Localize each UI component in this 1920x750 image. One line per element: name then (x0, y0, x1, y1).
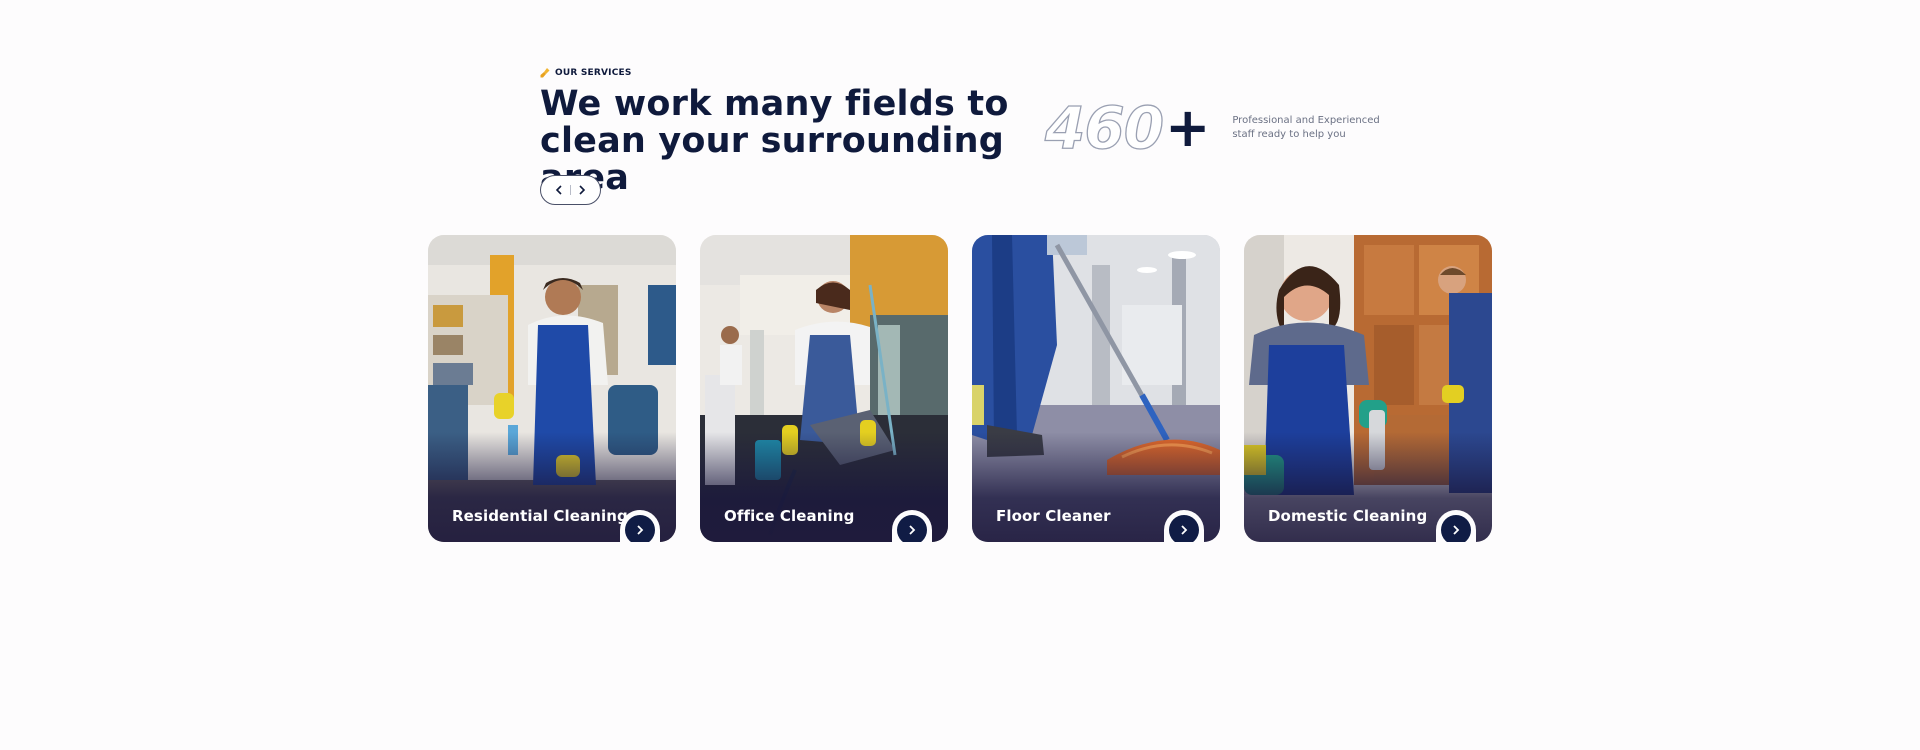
stat-plus: + (1165, 96, 1211, 159)
service-card-office[interactable]: Office Cleaning (700, 235, 948, 542)
service-card-residential[interactable]: Residential Cleaning (428, 235, 676, 542)
chevron-right-icon (579, 185, 586, 195)
section-title: We work many fields to clean your surrou… (540, 84, 1009, 197)
card-arrow-button[interactable] (892, 510, 932, 542)
card-title: Office Cleaning (724, 507, 855, 525)
chevron-right-icon (1181, 525, 1188, 535)
prev-button[interactable] (552, 183, 566, 197)
arrow-circle (1441, 515, 1471, 542)
staff-stat: 460 + Professional and Experienced staff… (1044, 94, 1392, 162)
service-cards: Residential Cleaning Office Cleaning Flo… (428, 235, 1492, 542)
arrow-circle (1169, 515, 1199, 542)
chevron-right-icon (909, 525, 916, 535)
slider-nav (540, 175, 601, 205)
next-button[interactable] (575, 183, 589, 197)
card-arrow-button[interactable] (620, 510, 660, 542)
chevron-left-icon (555, 185, 562, 195)
card-title: Domestic Cleaning (1268, 507, 1428, 525)
nav-divider (570, 185, 571, 195)
arrow-circle (897, 515, 927, 542)
card-arrow-button[interactable] (1164, 510, 1204, 542)
chevron-right-icon (1453, 525, 1460, 535)
stat-number: 460 (1044, 94, 1164, 162)
service-card-floor[interactable]: Floor Cleaner (972, 235, 1220, 542)
arrow-circle (625, 515, 655, 542)
section-eyebrow: OUR SERVICES (540, 68, 1390, 78)
eyebrow-label: OUR SERVICES (555, 68, 632, 78)
stat-description: Professional and Experienced staff ready… (1232, 115, 1380, 140)
card-arrow-button[interactable] (1436, 510, 1476, 542)
card-title: Residential Cleaning (452, 507, 628, 525)
broom-icon (540, 68, 550, 78)
services-header: OUR SERVICES We work many fields to clea… (540, 68, 1390, 208)
chevron-right-icon (637, 525, 644, 535)
card-title: Floor Cleaner (996, 507, 1111, 525)
service-card-domestic[interactable]: Domestic Cleaning (1244, 235, 1492, 542)
